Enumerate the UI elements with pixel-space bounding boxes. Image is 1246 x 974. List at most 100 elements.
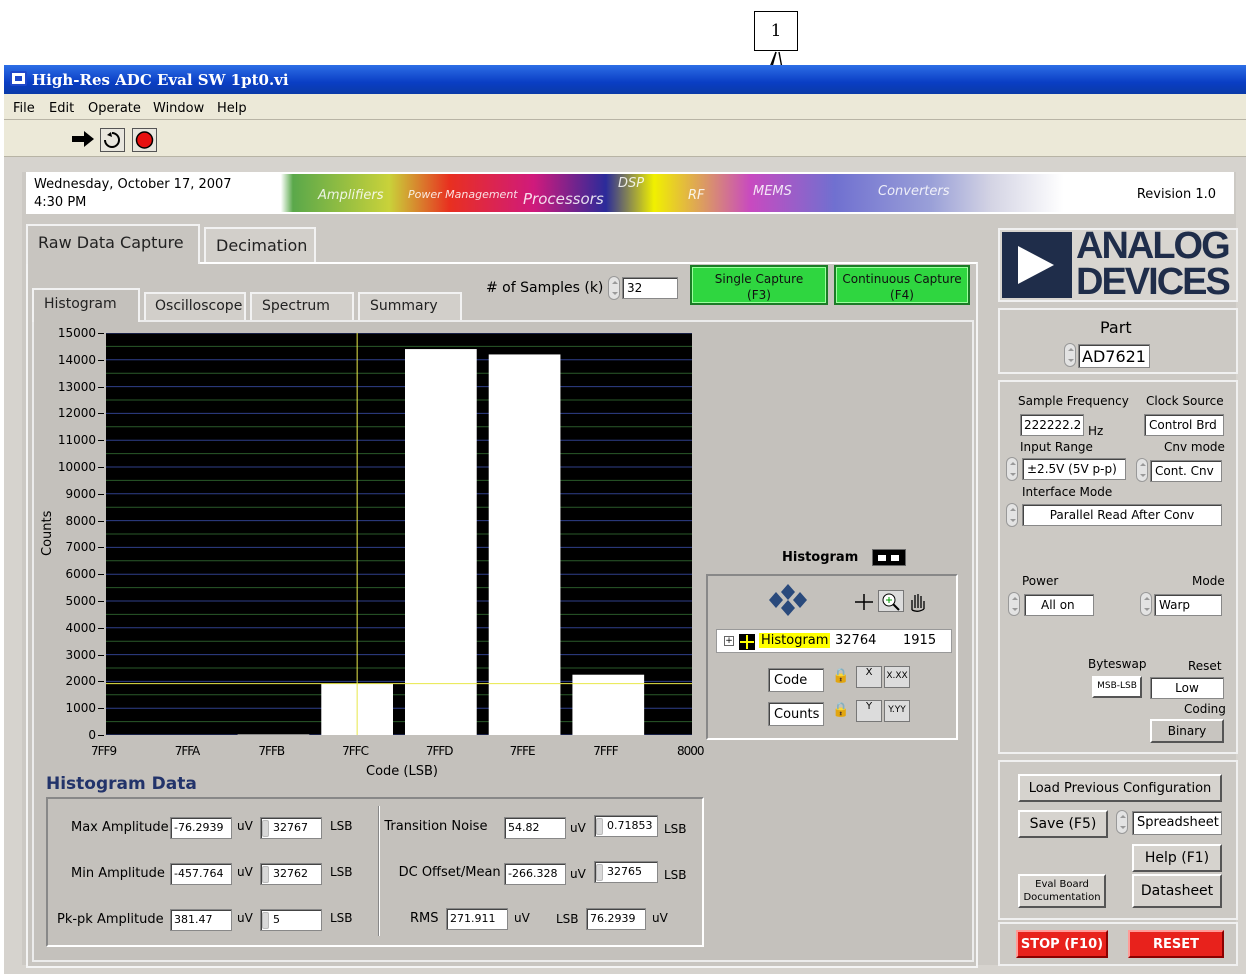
reset-button[interactable]: RESET	[1128, 930, 1224, 958]
abort-stop-icon[interactable]	[132, 128, 157, 152]
histdata-uv-value: 381.47	[170, 909, 232, 931]
y-lock-icon[interactable]: 🔒	[830, 702, 852, 724]
rms-label: RMS	[410, 911, 439, 926]
histdata-lsb-radix-icon	[262, 866, 269, 883]
y-tick-mark	[98, 386, 104, 388]
histogram-data-title: Histogram Data	[46, 774, 197, 794]
y-tick-mark	[98, 708, 104, 710]
x-tick-label: 7FFE	[509, 744, 536, 758]
tab-raw-data-capture[interactable]: Raw Data Capture	[26, 224, 200, 264]
samples-spinner[interactable]	[608, 276, 620, 300]
samples-label: # of Samples (k)	[486, 280, 604, 296]
part-spinner[interactable]	[1064, 343, 1076, 367]
logo-text: ANALOG DEVICES	[1076, 225, 1231, 301]
sample-freq-input[interactable]: 222222.2	[1020, 414, 1084, 436]
tab-oscilloscope[interactable]: Oscilloscope	[144, 292, 246, 320]
y-autoscale-icon[interactable]: Y	[856, 700, 882, 722]
y-tick-label: 11000	[57, 433, 96, 448]
power-select[interactable]: All on	[1024, 594, 1094, 616]
hz-label: Hz	[1088, 424, 1104, 438]
continuous-capture-key: (F4)	[890, 288, 914, 302]
part-select[interactable]: AD7621	[1078, 344, 1150, 368]
cnv-mode-spinner[interactable]	[1136, 458, 1148, 482]
menu-file[interactable]: File	[13, 101, 35, 116]
histdata-lsb-radix-icon	[262, 820, 269, 837]
y-tick-mark	[98, 627, 104, 629]
power-label: Power	[1022, 574, 1059, 588]
y-tick-label: 12000	[57, 406, 96, 421]
tab-histogram[interactable]: Histogram	[32, 288, 140, 322]
coding-toggle[interactable]: Binary	[1150, 719, 1224, 743]
x-format-button[interactable]: X.XX	[884, 666, 910, 688]
part-box: Part AD7621	[998, 308, 1238, 374]
rms-uv-unit: uV	[514, 911, 530, 925]
input-range-select[interactable]: ±2.5V (5V p-p)	[1022, 458, 1126, 480]
histdata-lsb-unit: LSB	[664, 868, 687, 882]
mode-select[interactable]: Warp	[1154, 594, 1222, 616]
cursor-mover-icon[interactable]	[768, 582, 808, 618]
samples-input[interactable]: 32	[622, 277, 678, 299]
menu-help[interactable]: Help	[217, 101, 247, 116]
interface-mode-spinner[interactable]	[1006, 503, 1018, 527]
pan-hand-icon[interactable]	[906, 592, 930, 612]
y-tick-label: 5000	[65, 594, 96, 608]
histdata-lsb-radix-icon	[596, 818, 603, 835]
zoom-tool-icon[interactable]	[878, 590, 904, 612]
tab-summary[interactable]: Summary	[358, 292, 462, 320]
eval-board-line1: Eval Board	[1035, 879, 1089, 890]
save-format-spinner[interactable]	[1116, 810, 1128, 834]
histdata-label: Min Amplitude	[71, 866, 165, 881]
expand-icon[interactable]: +	[724, 636, 734, 646]
x-lock-icon[interactable]: 🔒	[830, 668, 852, 690]
y-tick-mark	[98, 574, 104, 576]
histdata-lsb-value: 32765	[594, 861, 658, 883]
histdata-lsb-value: 0.71853	[594, 815, 658, 837]
x-autoscale-icon[interactable]: X	[856, 666, 882, 688]
byteswap-toggle[interactable]: MSB-LSB	[1092, 676, 1142, 698]
datasheet-button[interactable]: Datasheet	[1132, 874, 1222, 908]
cursor-legend-row[interactable]: + Histogram 32764 1915	[716, 629, 952, 653]
histdata-lsb-radix-icon	[262, 912, 269, 929]
y-tick-label: 8000	[65, 513, 96, 528]
crosshair-cursor-icon[interactable]	[852, 592, 876, 612]
stop-button[interactable]: STOP (F10)	[1016, 930, 1108, 958]
save-format-select[interactable]: Spreadsheet	[1132, 811, 1222, 835]
histdata-uv-value: -76.2939	[170, 817, 232, 839]
tab-decimation[interactable]: Decimation	[204, 227, 316, 263]
clock-source-select[interactable]: Control Brd	[1144, 414, 1224, 436]
save-button[interactable]: Save (F5)	[1018, 810, 1108, 838]
cnv-mode-select[interactable]: Cont. Cnv	[1150, 460, 1222, 482]
reset-select[interactable]: Low	[1150, 677, 1224, 699]
mode-spinner[interactable]	[1140, 592, 1152, 616]
cursor-name: Histogram	[759, 633, 831, 648]
help-button[interactable]: Help (F1)	[1132, 844, 1222, 872]
y-format-button[interactable]: Y.YY	[884, 700, 910, 722]
tab-spectrum[interactable]: Spectrum	[250, 292, 354, 320]
single-capture-button[interactable]: Single Capture (F3)	[690, 265, 828, 305]
y-tick-mark	[98, 359, 104, 361]
y-tick-label: 9000	[65, 486, 96, 501]
histogram-bar	[488, 354, 561, 735]
histogram-plot-style-icon[interactable]	[872, 549, 906, 566]
interface-mode-label: Interface Mode	[1022, 485, 1113, 499]
continuous-capture-button[interactable]: Continuous Capture (F4)	[834, 265, 970, 305]
logo-line1: ANALOG	[1076, 225, 1231, 267]
rms-uv-value: 271.911	[446, 908, 508, 930]
menu-window[interactable]: Window	[153, 101, 204, 116]
load-config-button[interactable]: Load Previous Configuration	[1018, 774, 1222, 802]
x-axis-label: Code (LSB)	[366, 764, 438, 779]
revision-label: Revision 1.0	[1136, 187, 1216, 202]
histdata-uv-value: -457.764	[170, 863, 232, 885]
x-axis-name-field[interactable]: Code	[768, 668, 824, 692]
eval-board-doc-button[interactable]: Eval Board Documentation	[1018, 874, 1106, 908]
cursor-style-icon[interactable]	[739, 634, 755, 650]
power-spinner[interactable]	[1008, 592, 1020, 616]
interface-mode-select[interactable]: Parallel Read After Conv	[1022, 504, 1222, 526]
cursor-y-value: 1915	[903, 633, 937, 648]
settings-box: Sample Frequency 222222.2 Hz Clock Sourc…	[998, 380, 1238, 754]
input-range-spinner[interactable]	[1006, 457, 1018, 481]
single-capture-label: Single Capture	[714, 272, 804, 286]
histogram-plot-area[interactable]	[106, 332, 692, 736]
y-axis-name-field[interactable]: Counts	[768, 702, 824, 726]
y-tick-mark	[98, 547, 104, 549]
